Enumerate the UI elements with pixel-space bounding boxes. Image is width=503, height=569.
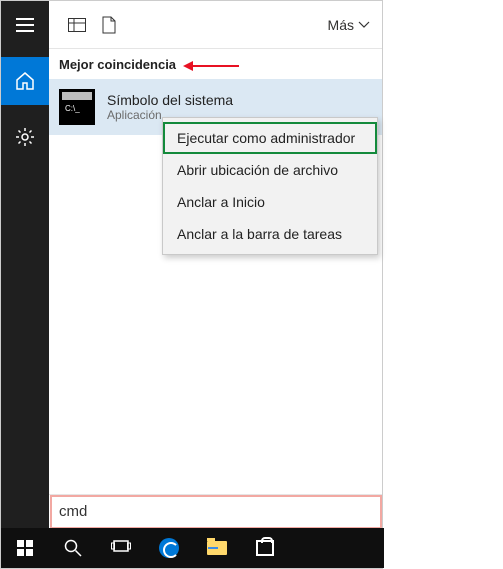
apps-icon [68,18,86,32]
result-title: Símbolo del sistema [107,92,233,108]
search-input[interactable]: cmd [49,494,382,528]
menu-pin-to-taskbar[interactable]: Anclar a la barra de tareas [163,218,377,250]
start-button[interactable] [1,528,49,568]
taskbar-edge[interactable] [145,528,193,568]
filter-bar: Más [49,1,382,49]
task-view-icon [111,540,131,556]
taskbar-explorer[interactable] [193,528,241,568]
search-value: cmd [59,503,87,520]
more-filters-button[interactable]: Más [328,17,370,33]
documents-filter-button[interactable] [93,9,125,41]
menu-pin-to-start[interactable]: Anclar a Inicio [163,186,377,218]
cmd-thumbnail-icon: C:\_ [59,89,95,125]
gear-icon [15,127,35,147]
home-icon [15,71,35,91]
folder-icon [207,541,227,555]
menu-run-as-admin[interactable]: Ejecutar como administrador [163,122,377,154]
apps-filter-button[interactable] [61,9,93,41]
taskbar-search-button[interactable] [49,528,97,568]
taskbar-store[interactable] [241,528,289,568]
windows-icon [17,540,33,556]
chevron-down-icon [358,21,370,29]
section-header: Mejor coincidencia [59,57,176,72]
left-rail [1,1,49,530]
store-icon [256,540,274,556]
settings-button[interactable] [1,113,49,161]
search-icon [64,539,82,557]
svg-text:C:\_: C:\_ [65,104,80,113]
document-icon [102,16,116,34]
edge-icon [159,538,179,558]
context-menu: Ejecutar como administrador Abrir ubicac… [162,117,378,255]
hamburger-button[interactable] [1,1,49,49]
annotation-arrow-icon [183,59,239,73]
taskbar [1,528,384,568]
home-button[interactable] [1,57,49,105]
task-view-button[interactable] [97,528,145,568]
menu-open-file-location[interactable]: Abrir ubicación de archivo [163,154,377,186]
more-label: Más [328,17,354,33]
